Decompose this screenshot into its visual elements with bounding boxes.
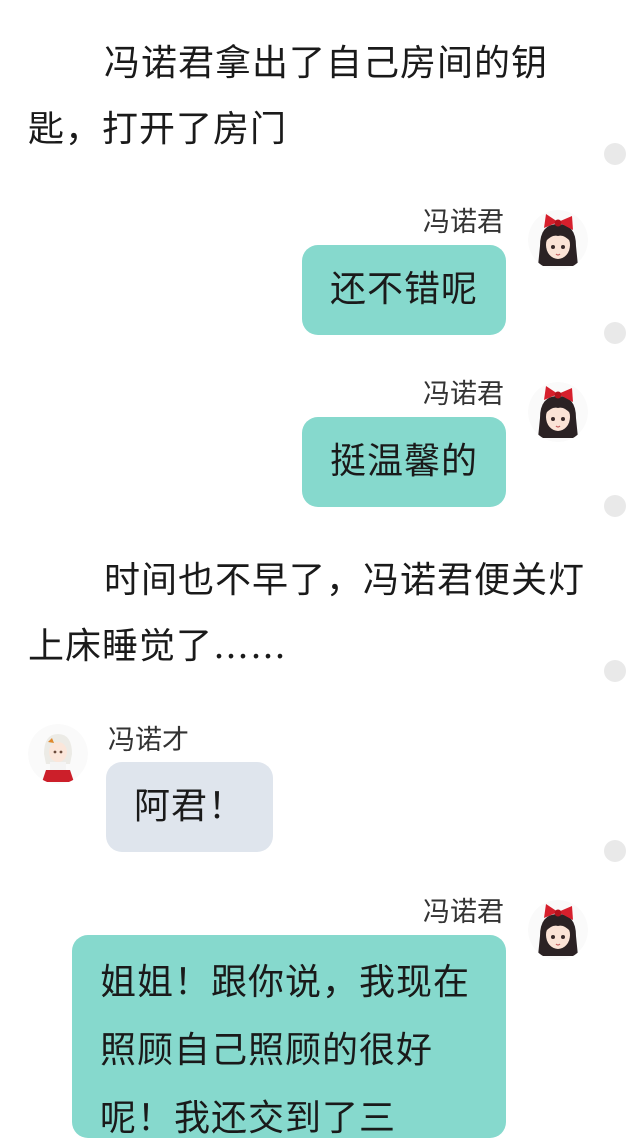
sender-name: 冯诺君 <box>423 207 504 238</box>
scroll-dot <box>604 322 626 344</box>
chat-bubble: 阿君！ <box>106 762 274 852</box>
chat-bubble: 姐姐！跟你说，我现在照顾自己照顾的很好呢！我还交到了三 <box>72 935 506 1138</box>
girl-red-bow-avatar[interactable] <box>528 900 588 960</box>
scroll-dot <box>604 840 626 862</box>
sender-name: 冯诺才 <box>108 725 189 756</box>
scroll-dot <box>604 660 626 682</box>
sender-name: 冯诺君 <box>423 379 504 410</box>
chat-bubble: 挺温馨的 <box>301 417 506 507</box>
girl-red-bow-avatar[interactable] <box>528 382 588 442</box>
narration-paragraph: 时间也不早了，冯诺君便关灯上床睡觉了…… <box>28 560 586 667</box>
chat-bubble: 还不错呢 <box>301 245 506 335</box>
sender-name: 冯诺君 <box>423 897 504 928</box>
narration-paragraph: 冯诺君拿出了自己房间的钥匙，打开了房门 <box>28 43 549 150</box>
white-hair-girl-avatar[interactable] <box>28 724 88 784</box>
scroll-dot <box>604 495 626 517</box>
girl-red-bow-avatar[interactable] <box>528 210 588 270</box>
scroll-dot <box>604 143 626 165</box>
